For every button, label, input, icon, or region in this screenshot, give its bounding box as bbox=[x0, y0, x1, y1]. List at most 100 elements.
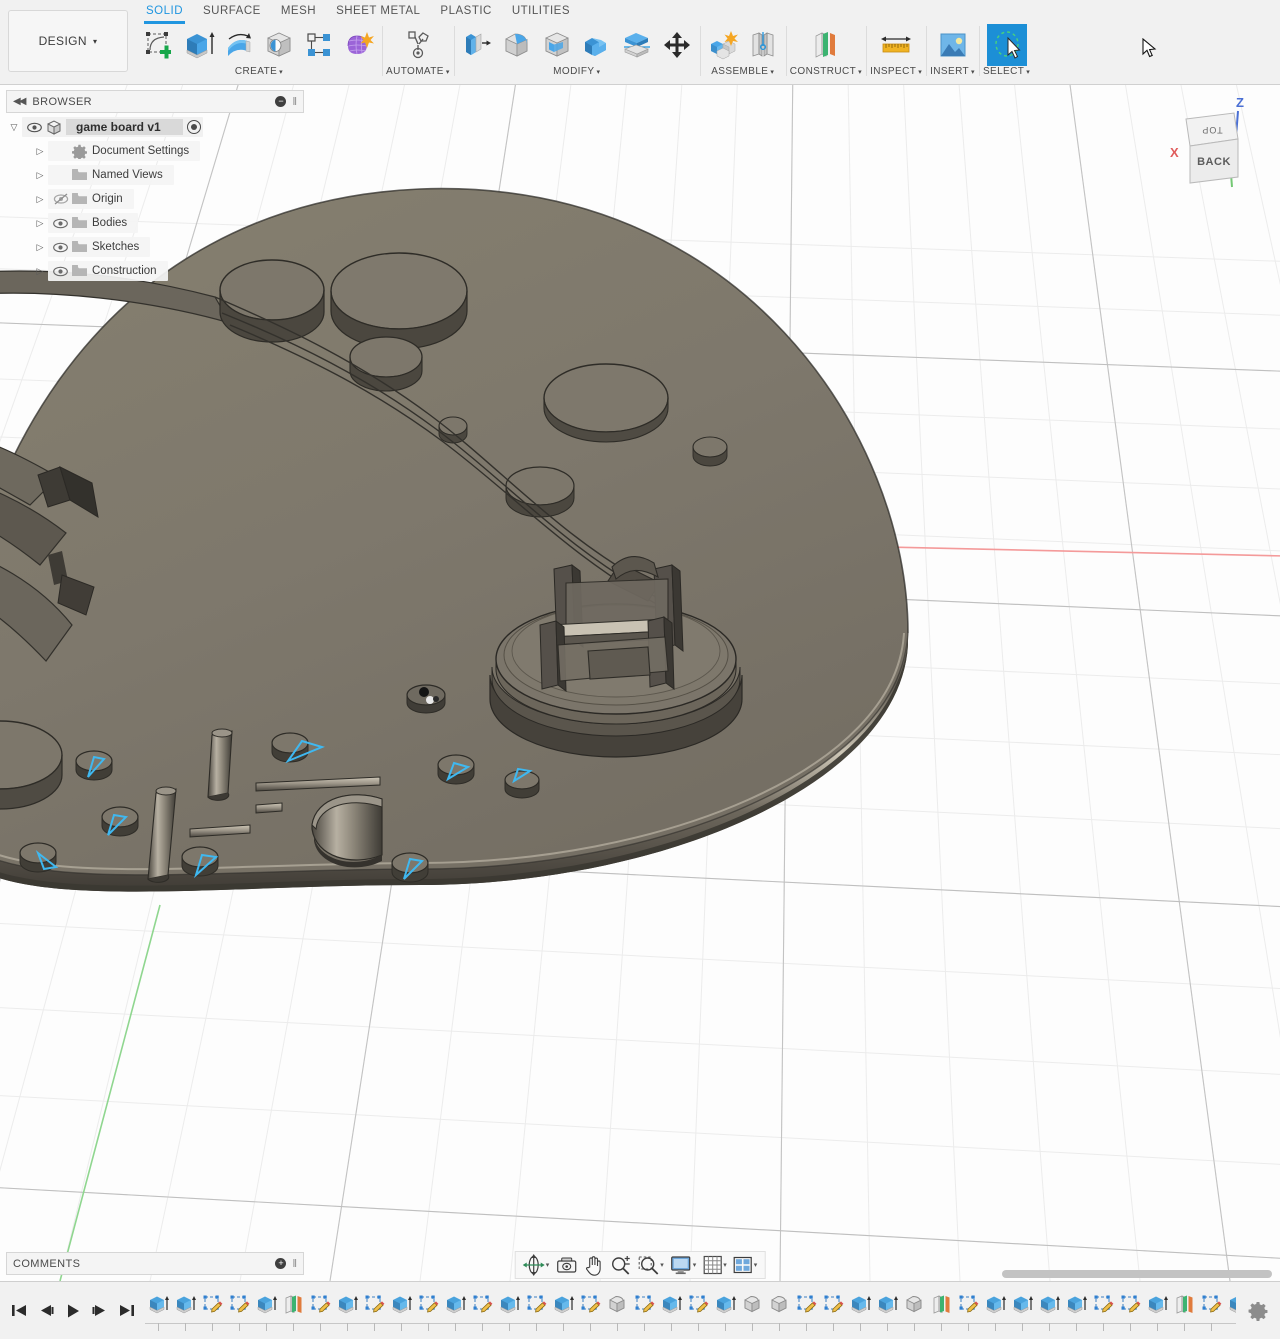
timeline-feature-extrude[interactable] bbox=[1144, 1290, 1171, 1320]
chevron-down-icon[interactable]: ▾ bbox=[723, 1261, 727, 1269]
viewport-horizontal-scrollbar[interactable] bbox=[1002, 1270, 1272, 1278]
panel-gripper-icon[interactable]: ‖ bbox=[292, 96, 297, 108]
panel-gripper-icon[interactable]: ‖ bbox=[292, 1258, 297, 1270]
fillet-icon[interactable] bbox=[498, 25, 536, 65]
ribbon-group-modify-label[interactable]: MODIFY▾ bbox=[553, 66, 600, 77]
jump-to-end-icon[interactable] bbox=[114, 1297, 139, 1325]
expand-arrow-icon[interactable]: ▽ bbox=[6, 122, 22, 133]
chevron-down-icon[interactable]: ▾ bbox=[754, 1261, 758, 1269]
timeline-feature-extrude[interactable] bbox=[874, 1290, 901, 1320]
timeline-feature-fillet[interactable] bbox=[766, 1290, 793, 1320]
ribbon-group-create-label[interactable]: CREATE▾ bbox=[235, 66, 283, 77]
timeline-feature-extrude[interactable] bbox=[1036, 1290, 1063, 1320]
grid-snaps-icon[interactable]: ▾ bbox=[699, 1253, 730, 1277]
timeline-feature-extrude[interactable] bbox=[1009, 1290, 1036, 1320]
timeline-feature-extrude[interactable] bbox=[172, 1290, 199, 1320]
timeline-feature-sketch[interactable] bbox=[955, 1290, 982, 1320]
add-comment-icon[interactable]: + bbox=[275, 1258, 286, 1269]
tab-surface[interactable]: SURFACE bbox=[193, 0, 271, 22]
timeline-feature-extrude[interactable] bbox=[712, 1290, 739, 1320]
timeline-feature-extrude[interactable] bbox=[145, 1290, 172, 1320]
timeline-settings-gear-icon[interactable] bbox=[1236, 1301, 1280, 1321]
timeline-feature-extrude[interactable] bbox=[550, 1290, 577, 1320]
minimize-icon[interactable]: − bbox=[275, 96, 286, 107]
timeline-feature-sketch[interactable] bbox=[1090, 1290, 1117, 1320]
orbit-icon[interactable]: ▾ bbox=[520, 1253, 553, 1277]
play-icon[interactable] bbox=[60, 1297, 85, 1325]
hole-icon[interactable] bbox=[260, 25, 298, 65]
rectangular-pattern-icon[interactable] bbox=[300, 25, 338, 65]
tab-solid[interactable]: SOLID bbox=[136, 0, 193, 22]
timeline-feature-sketch[interactable] bbox=[685, 1290, 712, 1320]
timeline-feature-fillet[interactable] bbox=[739, 1290, 766, 1320]
timeline-feature-sketch[interactable] bbox=[631, 1290, 658, 1320]
timeline-feature-sketch[interactable] bbox=[820, 1290, 847, 1320]
visibility-eye-icon[interactable] bbox=[25, 122, 44, 133]
timeline-feature-sketch[interactable] bbox=[226, 1290, 253, 1320]
insert-image-icon[interactable] bbox=[934, 25, 972, 65]
split-body-icon[interactable] bbox=[618, 25, 656, 65]
fit-icon[interactable]: ▾ bbox=[634, 1253, 667, 1277]
step-back-icon[interactable] bbox=[33, 1297, 58, 1325]
3d-viewport[interactable]: Z X TOP BACK ◀◀ BROWSER − ‖ bbox=[0, 85, 1280, 1281]
timeline-feature-extrude[interactable] bbox=[982, 1290, 1009, 1320]
timeline-feature-extrude[interactable] bbox=[496, 1290, 523, 1320]
expand-arrow-icon[interactable]: ▷ bbox=[32, 146, 48, 157]
timeline-feature-extrude[interactable] bbox=[442, 1290, 469, 1320]
scrollbar-thumb[interactable] bbox=[1002, 1270, 1272, 1278]
browser-item-sketches[interactable]: ▷ Sketches bbox=[6, 236, 304, 258]
press-pull-icon[interactable] bbox=[458, 25, 496, 65]
timeline-feature-fillet[interactable] bbox=[604, 1290, 631, 1320]
timeline-feature-plane[interactable] bbox=[928, 1290, 955, 1320]
timeline-feature-sketch[interactable] bbox=[1198, 1290, 1225, 1320]
timeline-track[interactable] bbox=[139, 1282, 1236, 1339]
timeline-feature-extrude[interactable] bbox=[1063, 1290, 1090, 1320]
timeline-feature-sketch[interactable] bbox=[199, 1290, 226, 1320]
browser-item-bodies[interactable]: ▷ Bodies bbox=[6, 212, 304, 234]
timeline-feature-sketch[interactable] bbox=[1117, 1290, 1144, 1320]
extrude-icon[interactable] bbox=[180, 25, 218, 65]
visibility-eye-icon[interactable] bbox=[51, 218, 70, 229]
timeline-feature-extrude[interactable] bbox=[1225, 1290, 1236, 1320]
step-forward-icon[interactable] bbox=[87, 1297, 112, 1325]
view-cube[interactable]: Z X TOP BACK bbox=[1166, 89, 1276, 193]
ribbon-group-construct-label[interactable]: CONSTRUCT▾ bbox=[790, 66, 862, 77]
ribbon-group-inspect-label[interactable]: INSPECT▾ bbox=[870, 66, 922, 77]
expand-arrow-icon[interactable]: ▷ bbox=[32, 266, 48, 277]
timeline-feature-sketch[interactable] bbox=[523, 1290, 550, 1320]
ribbon-group-select-label[interactable]: SELECT▾ bbox=[983, 66, 1030, 77]
browser-item-document-settings[interactable]: ▷ Document Settings bbox=[6, 140, 304, 162]
workspace-switcher-button[interactable]: DESIGN ▾ bbox=[8, 10, 128, 72]
browser-root-component[interactable]: ▽ game board v1 bbox=[6, 116, 304, 138]
visibility-eye-icon[interactable] bbox=[51, 266, 70, 277]
timeline-feature-extrude[interactable] bbox=[334, 1290, 361, 1320]
automate-generative-icon[interactable] bbox=[399, 25, 437, 65]
timeline-feature-plane[interactable] bbox=[1171, 1290, 1198, 1320]
timeline-feature-extrude[interactable] bbox=[658, 1290, 685, 1320]
ribbon-group-insert-label[interactable]: INSERT▾ bbox=[930, 66, 975, 77]
timeline-feature-extrude[interactable] bbox=[253, 1290, 280, 1320]
chevron-down-icon[interactable]: ▾ bbox=[546, 1261, 550, 1269]
timeline-feature-sketch[interactable] bbox=[307, 1290, 334, 1320]
expand-arrow-icon[interactable]: ▷ bbox=[32, 194, 48, 205]
timeline-feature-sketch[interactable] bbox=[577, 1290, 604, 1320]
pan-icon[interactable] bbox=[580, 1253, 606, 1277]
joint-icon[interactable] bbox=[744, 25, 782, 65]
new-component-icon[interactable] bbox=[704, 25, 742, 65]
expand-arrow-icon[interactable]: ▷ bbox=[32, 170, 48, 181]
browser-item-named-views[interactable]: ▷ Named Views bbox=[6, 164, 304, 186]
timeline-feature-extrude[interactable] bbox=[847, 1290, 874, 1320]
visibility-eye-hidden-icon[interactable] bbox=[51, 193, 70, 205]
chevron-down-icon[interactable]: ▾ bbox=[660, 1261, 664, 1269]
ribbon-group-assemble-label[interactable]: ASSEMBLE▾ bbox=[711, 66, 774, 77]
move-copy-icon[interactable] bbox=[658, 25, 696, 65]
timeline-feature-extrude[interactable] bbox=[388, 1290, 415, 1320]
timeline-feature-sketch[interactable] bbox=[415, 1290, 442, 1320]
comments-panel[interactable]: COMMENTS + ‖ bbox=[6, 1252, 304, 1275]
combine-icon[interactable] bbox=[578, 25, 616, 65]
look-at-icon[interactable] bbox=[552, 1253, 580, 1277]
select-icon[interactable] bbox=[987, 24, 1027, 66]
jump-to-beginning-icon[interactable] bbox=[6, 1297, 31, 1325]
browser-item-construction[interactable]: ▷ Construction bbox=[6, 260, 304, 282]
timeline-feature-fillet[interactable] bbox=[901, 1290, 928, 1320]
